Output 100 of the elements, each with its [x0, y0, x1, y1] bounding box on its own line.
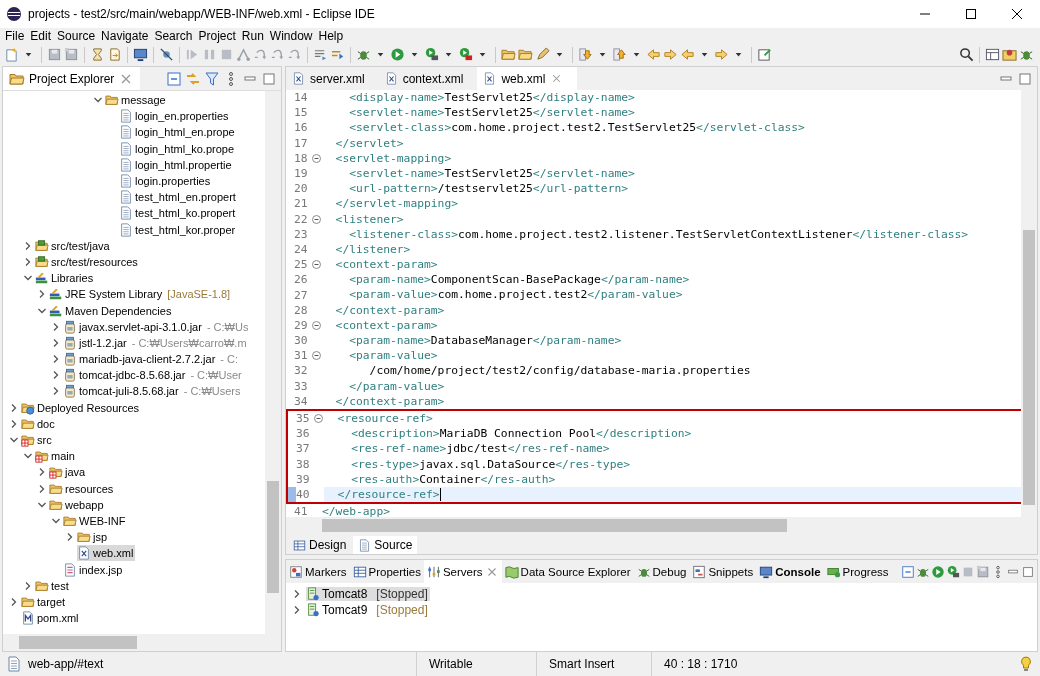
- tree-item[interactable]: login_html_ko.prope: [119, 140, 237, 157]
- line-number: 37: [296, 442, 311, 456]
- menu-item[interactable]: Run: [238, 28, 267, 43]
- menu-item[interactable]: Source: [54, 28, 99, 43]
- tree-item[interactable]: login_html.propertie: [119, 156, 234, 173]
- code-line: /com/home/project/test2/config/database-maria.properties: [368, 363, 752, 379]
- view-tab[interactable]: Source: [353, 536, 418, 554]
- server-status: [Stopped]: [376, 587, 428, 601]
- line-number: 27: [294, 288, 309, 302]
- item-detail: - C:₩Users₩carro₩.m: [131, 336, 247, 349]
- menu-item[interactable]: Window: [266, 28, 316, 43]
- tree-item[interactable]: pom.xml: [21, 610, 81, 627]
- tree-item[interactable]: test: [35, 577, 71, 594]
- line-number: 24: [294, 242, 309, 256]
- line-number: 30: [294, 334, 309, 348]
- tree-item[interactable]: javax.servlet-api-3.1.0.jar: [63, 318, 204, 335]
- tree-item[interactable]: src: [21, 432, 54, 449]
- code-line: <param-name>ComponentScan-BasePackage</param-name>: [348, 272, 691, 288]
- panel-tab[interactable]: Debug: [633, 560, 690, 583]
- code-line: <listener-class>com.home.project.test2.listener.TestServletContextListener</listener-class>: [348, 226, 970, 242]
- panel-tab[interactable]: Console: [756, 560, 824, 583]
- status-field: 40 : 18 : 1710: [651, 652, 750, 676]
- tree-item[interactable]: Libraries: [35, 270, 96, 287]
- tree-item[interactable]: resources: [49, 480, 116, 497]
- code-line: <servlet-name>TestServlet25</servlet-name>: [348, 105, 636, 121]
- line-number: 41: [294, 505, 309, 517]
- tree-item[interactable]: test_html_ko.propert: [119, 205, 238, 222]
- line-number: 31: [294, 349, 309, 363]
- status-field: Writable: [416, 652, 536, 676]
- server-name: Tomcat8: [322, 587, 368, 601]
- tree-item[interactable]: jstl-1.2.jar: [63, 334, 129, 351]
- tree-item[interactable]: login.properties: [119, 173, 213, 190]
- tree-item[interactable]: index.jsp: [63, 561, 125, 578]
- line-number: 38: [296, 457, 311, 471]
- line-number: 32: [294, 364, 309, 378]
- line-number: 19: [294, 167, 309, 181]
- line-number: 18: [294, 151, 309, 165]
- tree-item[interactable]: WEB-INF: [63, 512, 128, 529]
- tree-item[interactable]: web.xml: [77, 545, 136, 562]
- server-item[interactable]: Tomcat8 [Stopped]: [306, 587, 430, 601]
- code-line: <listener>: [334, 211, 405, 227]
- panel-tab[interactable]: Markers: [286, 560, 350, 583]
- code-line: <param-value>: [348, 348, 439, 364]
- tree-item[interactable]: JRE System Library: [49, 286, 165, 303]
- panel-tab[interactable]: Data Source Explorer: [501, 560, 634, 583]
- tree-item[interactable]: webapp: [49, 496, 106, 513]
- window-title: projects - test2/src/main/webapp/WEB-INF/web.xml - Eclipse IDE: [28, 7, 375, 21]
- tree-item[interactable]: login_html_en.prope: [119, 124, 237, 141]
- tree-item[interactable]: tomcat-juli-8.5.68.jar: [63, 383, 181, 400]
- item-detail: [JavaSE-1.8]: [167, 288, 231, 301]
- tree-item[interactable]: Maven Dependencies: [49, 302, 174, 319]
- menu-item[interactable]: Project: [195, 28, 239, 43]
- tree-item[interactable]: message: [105, 92, 168, 109]
- line-number: 20: [294, 182, 309, 196]
- tree-item[interactable]: src/test/resources: [35, 253, 140, 270]
- code-line: <resource-ref>: [336, 410, 434, 427]
- tree-item[interactable]: src/test/java: [35, 237, 112, 254]
- code-line: </web-app>: [322, 504, 391, 517]
- line-number: 34: [294, 394, 309, 408]
- tree-item[interactable]: test_html_kor.proper: [119, 221, 238, 238]
- tree-item[interactable]: target: [21, 593, 68, 610]
- tree-item[interactable]: mariadb-java-client-2.7.2.jar: [63, 351, 218, 368]
- menu-item[interactable]: File: [2, 28, 28, 43]
- code-line: </context-param>: [334, 393, 446, 409]
- code-line: <context-param>: [334, 317, 439, 333]
- item-detail: - C:: [220, 353, 239, 366]
- menu-item[interactable]: Edit: [27, 28, 55, 43]
- view-tab[interactable]: Design: [288, 536, 352, 554]
- line-number: 14: [294, 91, 309, 105]
- tree-item[interactable]: test_html_en.propert: [119, 189, 238, 206]
- line-number: 33: [294, 379, 309, 393]
- menu-item[interactable]: Search: [151, 28, 196, 43]
- line-number: 21: [294, 197, 309, 211]
- code-line: <res-ref-name>jdbc/test</res-ref-name>: [350, 441, 611, 457]
- editor-tab[interactable]: server.xml: [286, 67, 379, 90]
- tree-item[interactable]: doc: [21, 415, 57, 432]
- line-number: 25: [294, 258, 309, 272]
- tree-item[interactable]: main: [35, 448, 77, 465]
- editor-tab[interactable]: web.xml: [477, 67, 578, 90]
- panel-tab[interactable]: Servers: [423, 560, 502, 583]
- panel-tab[interactable]: Snippets: [689, 560, 757, 583]
- menu-item[interactable]: Help: [315, 28, 347, 43]
- editor-tab[interactable]: context.xml: [378, 67, 478, 90]
- server-item[interactable]: Tomcat9 [Stopped]: [306, 603, 430, 617]
- code-line: <res-auth>Container</res-auth>: [350, 471, 557, 487]
- line-number: 26: [294, 273, 309, 287]
- tree-item[interactable]: jsp: [77, 529, 110, 546]
- project-explorer-tab[interactable]: Project Explorer: [3, 67, 141, 90]
- server-status: [Stopped]: [376, 603, 428, 617]
- panel-tab[interactable]: Properties: [349, 560, 424, 583]
- tree-item[interactable]: login_en.properties: [119, 108, 231, 125]
- item-detail: - C:₩Us: [206, 320, 249, 333]
- menu-item[interactable]: Navigate: [98, 28, 152, 43]
- line-number: 15: [294, 106, 309, 120]
- code-line: </context-param>: [334, 302, 446, 318]
- panel-tab[interactable]: Progress: [823, 560, 892, 583]
- tree-item[interactable]: Deployed Resources: [21, 399, 142, 416]
- line-number: 23: [294, 227, 309, 241]
- tree-item[interactable]: tomcat-jdbc-8.5.68.jar: [63, 367, 188, 384]
- tree-item[interactable]: java: [49, 464, 88, 481]
